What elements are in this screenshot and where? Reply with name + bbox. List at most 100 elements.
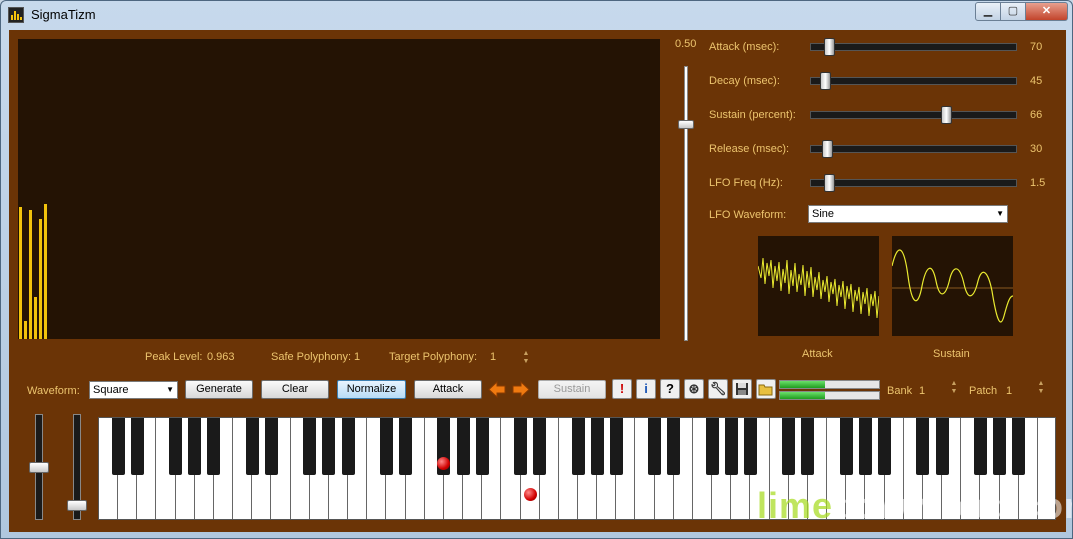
envelope-slider-thumb[interactable] xyxy=(823,38,835,56)
sustain-scope-label: Sustain xyxy=(933,348,970,360)
volume-slider-thumb[interactable] xyxy=(678,120,694,129)
black-key[interactable] xyxy=(782,418,796,475)
bank-value: 1 xyxy=(919,385,926,397)
wrench-icon[interactable]: 🔧︎ xyxy=(708,379,728,399)
lfo-waveform-value: Sine xyxy=(812,208,835,220)
envelope-slider-track[interactable] xyxy=(810,111,1017,119)
sustain-waveform xyxy=(892,249,1013,323)
minimize-button[interactable]: ▁ xyxy=(975,2,1001,21)
clear-button[interactable]: Clear xyxy=(261,380,329,399)
black-key[interactable] xyxy=(1012,418,1026,475)
warning-icon[interactable]: ! xyxy=(612,379,632,399)
black-key[interactable] xyxy=(322,418,336,475)
envelope-value: 66 xyxy=(1030,109,1043,121)
spectrum-display xyxy=(18,39,660,339)
peak-level-label: Peak Level: xyxy=(145,351,203,363)
envelope-slider-track[interactable] xyxy=(810,145,1017,153)
envelope-slider-track[interactable] xyxy=(810,77,1017,85)
black-key[interactable] xyxy=(590,418,604,475)
black-key[interactable] xyxy=(475,418,489,475)
black-key[interactable] xyxy=(188,418,202,475)
midi-icon[interactable]: ⊛ xyxy=(684,379,704,399)
generate-button[interactable]: Generate xyxy=(185,380,253,399)
target-polyphony-spinner[interactable]: ▲ ▼ xyxy=(521,350,531,368)
spectrum-bar xyxy=(44,204,47,339)
black-key[interactable] xyxy=(399,418,413,475)
safe-polyphony-value: 1 xyxy=(354,351,361,363)
spectrum-bar xyxy=(19,207,22,339)
envelope-label: LFO Freq (Hz): xyxy=(709,177,783,189)
help-icon[interactable]: ? xyxy=(660,379,680,399)
patch-value: 1 xyxy=(1006,385,1013,397)
attack-scope xyxy=(758,236,879,336)
chevron-down-icon: ▼ xyxy=(166,385,174,394)
envelope-slider-track[interactable] xyxy=(810,43,1017,51)
black-key[interactable] xyxy=(724,418,738,475)
mod-wheel-thumb[interactable] xyxy=(67,499,87,511)
black-key[interactable] xyxy=(456,418,470,475)
black-key[interactable] xyxy=(303,418,317,475)
black-key[interactable] xyxy=(571,418,585,475)
black-key[interactable] xyxy=(878,418,892,475)
lfo-waveform-label: LFO Waveform: xyxy=(709,209,787,221)
maximize-button[interactable]: ▢ xyxy=(1000,2,1026,21)
chevron-down-icon: ▼ xyxy=(996,209,1004,218)
black-key[interactable] xyxy=(514,418,528,475)
patch-label: Patch xyxy=(969,385,998,397)
black-key[interactable] xyxy=(264,418,278,475)
envelope-slider-thumb[interactable] xyxy=(821,140,833,158)
info-icon[interactable]: i xyxy=(636,379,656,399)
black-key[interactable] xyxy=(973,418,987,475)
envelope-slider-thumb[interactable] xyxy=(941,106,953,124)
title-bar: SigmaTizm ▁ ▢ ✕ xyxy=(1,1,1072,29)
black-key[interactable] xyxy=(667,418,681,475)
black-key[interactable] xyxy=(111,418,125,475)
volume-slider-track[interactable] xyxy=(684,66,688,341)
close-button[interactable]: ✕ xyxy=(1025,2,1068,21)
level-meter-left xyxy=(779,380,880,389)
sustain-button[interactable]: Sustain xyxy=(538,380,606,399)
black-key[interactable] xyxy=(801,418,815,475)
black-key[interactable] xyxy=(839,418,853,475)
attack-button[interactable]: Attack xyxy=(414,380,482,399)
open-folder-icon[interactable] xyxy=(756,379,776,399)
spectrum-bar xyxy=(39,219,42,339)
lfo-waveform-select[interactable]: Sine ▼ xyxy=(808,205,1008,223)
black-key[interactable] xyxy=(169,418,183,475)
black-key[interactable] xyxy=(858,418,872,475)
black-key[interactable] xyxy=(648,418,662,475)
safe-polyphony-label: Safe Polyphony: xyxy=(271,351,352,363)
arrow-right-icon[interactable] xyxy=(512,380,530,399)
window-title: SigmaTizm xyxy=(31,7,96,22)
bank-spinner[interactable]: ▲ ▼ xyxy=(949,380,959,398)
black-key[interactable] xyxy=(993,418,1007,475)
patch-spinner[interactable]: ▲ ▼ xyxy=(1036,380,1046,398)
level-meter-right xyxy=(779,391,880,400)
target-polyphony-label: Target Polyphony: xyxy=(389,351,478,363)
arrow-left-icon[interactable] xyxy=(488,380,506,399)
black-key[interactable] xyxy=(916,418,930,475)
target-polyphony-value: 1 xyxy=(490,351,497,363)
black-key[interactable] xyxy=(609,418,623,475)
black-key[interactable] xyxy=(533,418,547,475)
black-key[interactable] xyxy=(935,418,949,475)
synth-panel: 0.50 LFO Waveform: Sine ▼ Attack Sustain… xyxy=(9,30,1072,532)
envelope-slider-thumb[interactable] xyxy=(819,72,831,90)
volume-value: 0.50 xyxy=(675,38,697,50)
black-key[interactable] xyxy=(341,418,355,475)
save-icon[interactable] xyxy=(732,379,752,399)
normalize-button[interactable]: Normalize xyxy=(337,380,406,399)
waveform-select[interactable]: Square ▼ xyxy=(89,381,178,399)
black-key[interactable] xyxy=(207,418,221,475)
pitch-wheel-thumb[interactable] xyxy=(29,461,49,473)
black-key[interactable] xyxy=(705,418,719,475)
black-key[interactable] xyxy=(245,418,259,475)
black-key[interactable] xyxy=(743,418,757,475)
envelope-slider-thumb[interactable] xyxy=(823,174,835,192)
spectrum-bar xyxy=(34,297,37,339)
envelope-value: 30 xyxy=(1030,143,1043,155)
waveform-value: Square xyxy=(93,384,129,396)
envelope-slider-track[interactable] xyxy=(810,179,1017,187)
black-key[interactable] xyxy=(130,418,144,475)
black-key[interactable] xyxy=(379,418,393,475)
